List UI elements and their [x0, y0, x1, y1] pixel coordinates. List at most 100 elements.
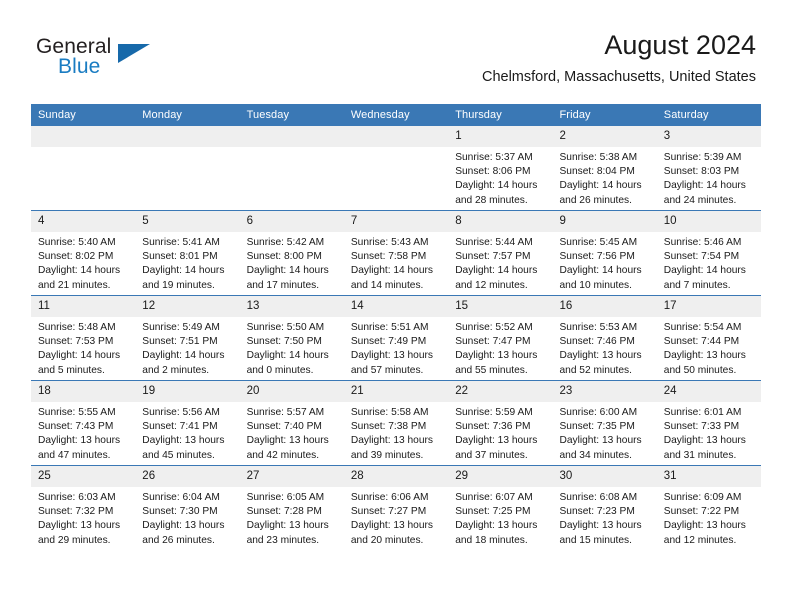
page-header: General Blue August 2024 Chelmsford, Mas…: [0, 0, 792, 100]
calendar-day-cell[interactable]: 21 Sunrise: 5:58 AM Sunset: 7:38 PM Dayligh…: [343, 380, 449, 466]
calendar-body: 1 Sunrise: 5:37 AM Sunset: 8:06 PM Daylight…: [31, 126, 762, 550]
sunset-text: Sunset: 7:54 PM: [663, 251, 740, 263]
sunset-text: Sunset: 7:27 PM: [350, 506, 427, 518]
calendar-day-cell[interactable]: 10 Sunrise: 5:46 AM Sunset: 7:54 PM Dayligh…: [656, 210, 762, 296]
calendar-day-cell[interactable]: 11 Sunrise: 5:48 AM Sunset: 7:53 PM Dayligh…: [31, 295, 136, 381]
day-sun-info: Sunrise: 5:51 AM Sunset: 7:49 PM Daylight:…: [344, 317, 448, 378]
sunset-text: Sunset: 7:53 PM: [38, 336, 114, 348]
calendar-day-cell[interactable]: 15 Sunrise: 5:52 AM Sunset: 7:47 PM Dayligh…: [448, 295, 553, 381]
calendar-day-cell[interactable]: 6 Sunrise: 5:42 AM Sunset: 8:00 PM Daylight…: [239, 210, 344, 296]
calendar-day-cell[interactable]: 23 Sunrise: 6:00 AM Sunset: 7:35 PM Dayligh…: [552, 380, 657, 466]
daylight-text: Daylight: 13 hours and 55 minutes.: [455, 350, 538, 376]
sunrise-text: Sunrise: 5:58 AM: [350, 407, 429, 418]
sunrise-text: Sunrise: 5:46 AM: [663, 237, 742, 248]
day-number: 18: [31, 381, 136, 402]
daylight-text: Daylight: 13 hours and 26 minutes.: [142, 520, 225, 546]
calendar-day-cell[interactable]: 31 Sunrise: 6:09 AM Sunset: 7:22 PM Dayligh…: [656, 465, 762, 550]
calendar-day-cell[interactable]: 19 Sunrise: 5:56 AM Sunset: 7:41 PM Dayligh…: [135, 380, 240, 466]
sunset-text: Sunset: 7:57 PM: [455, 251, 531, 263]
calendar-cell-empty: [239, 126, 344, 211]
daylight-text: Daylight: 14 hours and 19 minutes.: [142, 265, 225, 291]
calendar-day-cell[interactable]: 26 Sunrise: 6:04 AM Sunset: 7:30 PM Dayligh…: [135, 465, 240, 550]
day-sun-info: Sunrise: 5:38 AM Sunset: 8:04 PM Daylight:…: [552, 147, 656, 208]
daylight-text: Daylight: 13 hours and 29 minutes.: [38, 520, 121, 546]
sunrise-text: Sunrise: 6:06 AM: [350, 492, 429, 503]
sunset-text: Sunset: 7:44 PM: [663, 336, 740, 348]
day-sun-info: Sunrise: 5:46 AM Sunset: 7:54 PM Daylight:…: [657, 232, 761, 293]
day-number: 28: [343, 466, 449, 487]
calendar-day-cell[interactable]: 24 Sunrise: 6:01 AM Sunset: 7:33 PM Dayligh…: [656, 380, 762, 466]
day-number: 10: [656, 211, 762, 232]
calendar-day-cell[interactable]: 14 Sunrise: 5:51 AM Sunset: 7:49 PM Dayligh…: [343, 295, 449, 381]
sunrise-text: Sunrise: 5:51 AM: [350, 322, 429, 333]
calendar-day-cell[interactable]: 16 Sunrise: 5:53 AM Sunset: 7:46 PM Dayligh…: [552, 295, 657, 381]
calendar-day-cell[interactable]: 7 Sunrise: 5:43 AM Sunset: 7:58 PM Daylight…: [343, 210, 449, 296]
day-sun-info: Sunrise: 6:05 AM Sunset: 7:28 PM Daylight:…: [240, 487, 344, 548]
daylight-text: Daylight: 13 hours and 15 minutes.: [559, 520, 642, 546]
sunset-text: Sunset: 7:23 PM: [559, 506, 635, 518]
day-number: 11: [31, 296, 136, 317]
sunrise-text: Sunrise: 5:54 AM: [663, 322, 742, 333]
day-number: 23: [552, 381, 657, 402]
day-number: 29: [448, 466, 553, 487]
calendar-day-cell[interactable]: 28 Sunrise: 6:06 AM Sunset: 7:27 PM Dayligh…: [343, 465, 449, 550]
sunrise-text: Sunrise: 5:53 AM: [559, 322, 638, 333]
calendar-day-cell[interactable]: 17 Sunrise: 5:54 AM Sunset: 7:44 PM Dayligh…: [656, 295, 762, 381]
daylight-text: Daylight: 14 hours and 21 minutes.: [38, 265, 121, 291]
calendar-day-cell[interactable]: 1 Sunrise: 5:37 AM Sunset: 8:06 PM Daylight…: [448, 126, 553, 211]
calendar-day-cell[interactable]: 12 Sunrise: 5:49 AM Sunset: 7:51 PM Dayligh…: [135, 295, 240, 381]
calendar-day-cell[interactable]: 2 Sunrise: 5:38 AM Sunset: 8:04 PM Daylight…: [552, 126, 657, 211]
calendar-day-cell[interactable]: 9 Sunrise: 5:45 AM Sunset: 7:56 PM Daylight…: [552, 210, 657, 296]
calendar-day-cell[interactable]: 8 Sunrise: 5:44 AM Sunset: 7:57 PM Daylight…: [448, 210, 553, 296]
day-sun-info: Sunrise: 6:01 AM Sunset: 7:33 PM Daylight:…: [657, 402, 761, 463]
calendar-day-cell[interactable]: 5 Sunrise: 5:41 AM Sunset: 8:01 PM Daylight…: [135, 210, 240, 296]
daylight-text: Daylight: 14 hours and 0 minutes.: [246, 350, 329, 376]
day-sun-info: Sunrise: 6:07 AM Sunset: 7:25 PM Daylight:…: [448, 487, 552, 548]
logo-triangle-icon: [118, 44, 150, 63]
calendar-day-cell[interactable]: 22 Sunrise: 5:59 AM Sunset: 7:36 PM Dayligh…: [448, 380, 553, 466]
sunset-text: Sunset: 8:06 PM: [455, 166, 531, 178]
sunset-text: Sunset: 8:03 PM: [663, 166, 740, 178]
day-number: 22: [448, 381, 553, 402]
calendar-day-cell[interactable]: 13 Sunrise: 5:50 AM Sunset: 7:50 PM Dayligh…: [239, 295, 344, 381]
calendar-day-cell[interactable]: 29 Sunrise: 6:07 AM Sunset: 7:25 PM Dayligh…: [448, 465, 553, 550]
day-sun-info: Sunrise: 5:50 AM Sunset: 7:50 PM Daylight:…: [240, 317, 344, 378]
day-sun-info: Sunrise: 6:00 AM Sunset: 7:35 PM Daylight:…: [552, 402, 656, 463]
sunset-text: Sunset: 7:49 PM: [350, 336, 427, 348]
day-number: 21: [343, 381, 449, 402]
day-sun-info: Sunrise: 5:59 AM Sunset: 7:36 PM Daylight:…: [448, 402, 552, 463]
sunrise-text: Sunrise: 6:00 AM: [559, 407, 638, 418]
day-number: 3: [656, 126, 762, 147]
calendar-day-cell[interactable]: 25 Sunrise: 6:03 AM Sunset: 7:32 PM Dayligh…: [31, 465, 136, 550]
calendar-week-row: 11 Sunrise: 5:48 AM Sunset: 7:53 PM Dayligh…: [31, 295, 762, 381]
day-number: 9: [552, 211, 657, 232]
general-blue-logo[interactable]: General Blue: [36, 36, 186, 88]
sunset-text: Sunset: 7:47 PM: [455, 336, 531, 348]
sunrise-text: Sunrise: 5:41 AM: [142, 237, 220, 248]
day-number: 6: [239, 211, 344, 232]
sunset-text: Sunset: 7:50 PM: [246, 336, 322, 348]
daylight-text: Daylight: 14 hours and 24 minutes.: [663, 180, 746, 206]
daylight-text: Daylight: 14 hours and 2 minutes.: [142, 350, 225, 376]
sunset-text: Sunset: 7:56 PM: [559, 251, 635, 263]
logo-text-general: General: [36, 35, 112, 58]
calendar-day-cell[interactable]: 20 Sunrise: 5:57 AM Sunset: 7:40 PM Dayligh…: [239, 380, 344, 466]
day-sun-info: Sunrise: 5:53 AM Sunset: 7:46 PM Daylight:…: [552, 317, 656, 378]
sunset-text: Sunset: 7:33 PM: [663, 421, 740, 433]
calendar-day-cell[interactable]: 4 Sunrise: 5:40 AM Sunset: 8:02 PM Daylight…: [31, 210, 136, 296]
day-sun-info: Sunrise: 6:08 AM Sunset: 7:23 PM Daylight:…: [552, 487, 656, 548]
weekday-header-saturday: Saturday: [656, 104, 762, 126]
sunset-text: Sunset: 8:00 PM: [246, 251, 322, 263]
sunset-text: Sunset: 7:36 PM: [455, 421, 531, 433]
day-sun-info: Sunrise: 6:04 AM Sunset: 7:30 PM Daylight:…: [135, 487, 239, 548]
day-sun-info: Sunrise: 5:58 AM Sunset: 7:38 PM Daylight:…: [344, 402, 448, 463]
day-number: [135, 126, 240, 147]
calendar-day-cell[interactable]: 3 Sunrise: 5:39 AM Sunset: 8:03 PM Daylight…: [656, 126, 762, 211]
weekday-header-monday: Monday: [135, 104, 240, 126]
calendar-day-cell[interactable]: 18 Sunrise: 5:55 AM Sunset: 7:43 PM Dayligh…: [31, 380, 136, 466]
calendar-week-row: 1 Sunrise: 5:37 AM Sunset: 8:06 PM Daylight…: [31, 126, 762, 211]
day-sun-info: Sunrise: 5:54 AM Sunset: 7:44 PM Daylight:…: [657, 317, 761, 378]
calendar-day-cell[interactable]: 30 Sunrise: 6:08 AM Sunset: 7:23 PM Dayligh…: [552, 465, 657, 550]
calendar-day-cell[interactable]: 27 Sunrise: 6:05 AM Sunset: 7:28 PM Dayligh…: [239, 465, 344, 550]
day-sun-info: Sunrise: 6:06 AM Sunset: 7:27 PM Daylight:…: [344, 487, 448, 548]
